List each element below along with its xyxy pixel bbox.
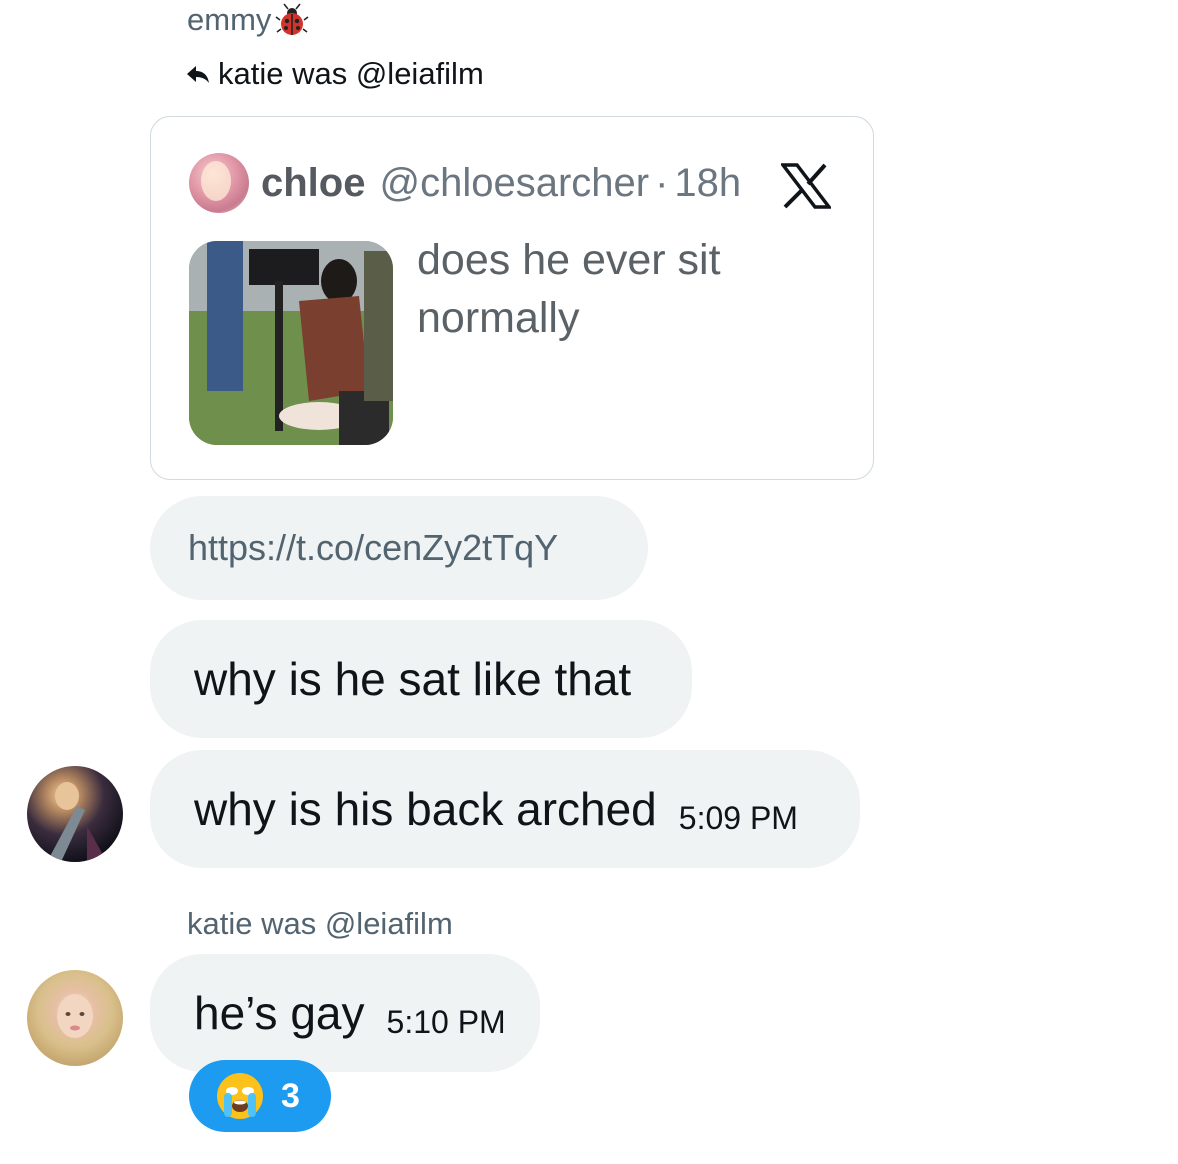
message-link-text[interactable]: https://t.co/cenZy2tTqY xyxy=(188,527,558,569)
message-timestamp: 5:10 PM xyxy=(386,1003,506,1040)
message-text: why is his back arched xyxy=(194,783,657,835)
sender-name-row: emmy xyxy=(187,2,309,38)
x-logo-icon xyxy=(781,163,831,209)
sender-name: emmy xyxy=(187,2,272,37)
avatar[interactable] xyxy=(27,970,123,1066)
quoted-author-handle[interactable]: @chloesarcher xyxy=(379,161,649,206)
message-text: he’s gay xyxy=(194,987,365,1039)
message-bubble[interactable]: why is his back arched 5:09 PM xyxy=(150,750,860,868)
crying-face-icon xyxy=(217,1073,263,1119)
reaction-pill[interactable]: 3 xyxy=(189,1060,331,1132)
quoted-timestamp: 18h xyxy=(674,160,742,205)
photo-scene xyxy=(189,241,393,445)
message-timestamp: 5:09 PM xyxy=(678,799,798,836)
message-bubble[interactable]: why is he sat like that xyxy=(150,620,692,738)
quoted-tweet-photo[interactable] xyxy=(189,241,393,445)
sender-name[interactable]: katie was @leiafilm xyxy=(187,906,453,942)
reaction-count: 3 xyxy=(281,1076,300,1115)
avatar-image xyxy=(47,782,107,862)
reply-to-line[interactable]: katie was @leiafilm xyxy=(186,56,484,92)
message-text: why is he sat like that xyxy=(194,653,632,705)
message-bubble-link[interactable]: https://t.co/cenZy2tTqY xyxy=(150,496,648,600)
quoted-author-avatar[interactable] xyxy=(189,153,249,213)
reply-to-label: katie was @leiafilm xyxy=(218,56,484,91)
avatar[interactable] xyxy=(27,766,123,862)
avatar-image xyxy=(57,994,93,1038)
quoted-tweet-text: does he ever sit normally xyxy=(417,236,721,342)
reply-arrow-icon xyxy=(187,66,209,83)
ladybug-icon xyxy=(275,3,309,35)
quoted-author-name[interactable]: chloe xyxy=(261,161,365,206)
message-bubble[interactable]: he’s gay 5:10 PM xyxy=(150,954,540,1072)
quoted-tweet-card[interactable]: chloe @chloesarcher · 18h does he ever s… xyxy=(150,116,874,480)
quoted-separator: · xyxy=(655,160,669,205)
quoted-tweet-header: chloe @chloesarcher · 18h xyxy=(189,153,741,213)
